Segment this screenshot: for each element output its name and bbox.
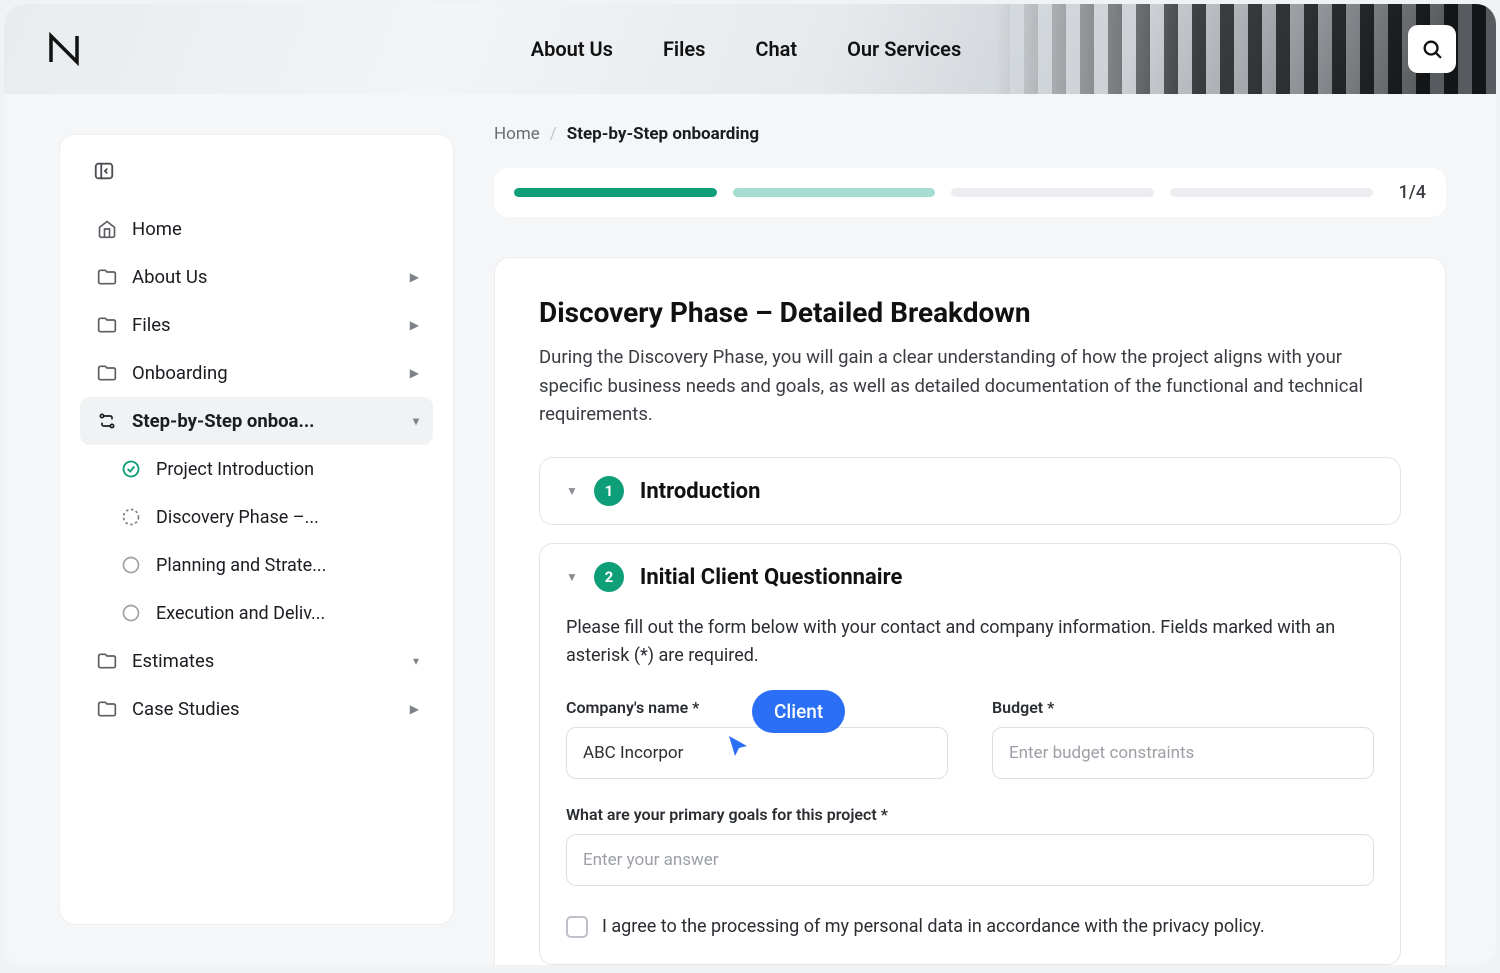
cursor-icon	[726, 734, 750, 758]
sub-item-planning[interactable]: Planning and Strate...	[104, 541, 433, 589]
breadcrumb: Home / Step-by-Step onboarding	[494, 124, 1446, 144]
folder-icon	[96, 315, 118, 335]
subitem-label: Discovery Phase –...	[156, 507, 319, 528]
folder-icon	[96, 699, 118, 719]
sub-item-execution[interactable]: Execution and Deliv...	[104, 589, 433, 637]
step-number: 1	[594, 476, 624, 506]
chevron-down-icon: ▾	[413, 654, 419, 668]
subitem-label: Execution and Deliv...	[156, 603, 325, 624]
page-title: Discovery Phase – Detailed Breakdown	[539, 296, 1401, 329]
chevron-right-icon: ▶	[410, 366, 419, 380]
crumb-current: Step-by-Step onboarding	[567, 124, 759, 144]
panel-left-icon	[93, 160, 115, 182]
search-button[interactable]	[1408, 25, 1456, 73]
progress-seg-4	[1170, 188, 1373, 197]
sidebar-item-label: Estimates	[132, 650, 214, 672]
form-intro: Please fill out the form below with your…	[566, 614, 1374, 670]
company-field: Company's name * Client	[566, 698, 948, 779]
sidebar-item-label: Files	[132, 314, 171, 336]
check-circle-icon	[120, 459, 142, 479]
consent-label: I agree to the processing of my personal…	[602, 916, 1265, 937]
folder-icon	[96, 363, 118, 383]
circle-dashed-icon	[120, 507, 142, 527]
subitem-label: Planning and Strate...	[156, 555, 326, 576]
goals-field: What are your primary goals for this pro…	[566, 805, 1374, 886]
goals-label: What are your primary goals for this pro…	[566, 805, 1374, 824]
chevron-down-icon: ▾	[413, 414, 419, 428]
accordion-introduction: ▼ 1 Introduction	[539, 457, 1401, 525]
sidebar-subitems: Project Introduction Discovery Phase –..…	[80, 445, 433, 637]
nav-about[interactable]: About Us	[531, 37, 613, 61]
chevron-right-icon: ▶	[410, 270, 419, 284]
sidebar-item-estimates[interactable]: Estimates ▾	[80, 637, 433, 685]
circle-icon	[120, 603, 142, 623]
steps-icon	[96, 411, 118, 431]
budget-field: Budget *	[992, 698, 1374, 779]
sidebar-item-label: Step-by-Step onboa...	[132, 410, 315, 432]
progress-counter: 1/4	[1399, 182, 1426, 203]
chevron-right-icon: ▶	[410, 702, 419, 716]
accordion-body: Please fill out the form below with your…	[540, 614, 1400, 964]
progress-seg-3	[951, 188, 1154, 197]
caret-down-icon: ▼	[566, 570, 578, 584]
main-content: Home / Step-by-Step onboarding 1/4 Disco…	[454, 94, 1496, 965]
progress-bar: 1/4	[494, 168, 1446, 217]
sub-item-discovery[interactable]: Discovery Phase –...	[104, 493, 433, 541]
folder-icon	[96, 651, 118, 671]
company-input[interactable]	[566, 727, 948, 779]
sidebar-item-label: About Us	[132, 266, 207, 288]
accordion-header[interactable]: ▼ 2 Initial Client Questionnaire	[540, 544, 1400, 610]
chevron-right-icon: ▶	[410, 318, 419, 332]
nav-files[interactable]: Files	[663, 37, 705, 61]
sidebar-item-label: Onboarding	[132, 362, 228, 384]
sidebar-item-home[interactable]: Home	[80, 205, 433, 253]
search-icon	[1421, 38, 1443, 60]
sidebar-item-label: Case Studies	[132, 698, 240, 720]
collapse-sidebar-button[interactable]	[88, 155, 120, 187]
sidebar: Home About Us ▶ Files ▶ Onboarding ▶ Ste…	[59, 134, 454, 925]
step-number: 2	[594, 562, 624, 592]
sidebar-item-label: Home	[132, 218, 182, 240]
top-nav: About Us Files Chat Our Services	[531, 37, 961, 61]
accordion-title: Initial Client Questionnaire	[640, 565, 902, 590]
app-header: About Us Files Chat Our Services	[4, 4, 1496, 94]
sub-item-project-intro[interactable]: Project Introduction	[104, 445, 433, 493]
accordion-title: Introduction	[640, 479, 761, 504]
circle-icon	[120, 555, 142, 575]
sidebar-item-files[interactable]: Files ▶	[80, 301, 433, 349]
breadcrumb-separator: /	[550, 124, 557, 144]
sidebar-item-step-onboarding[interactable]: Step-by-Step onboa... ▾	[80, 397, 433, 445]
budget-label: Budget *	[992, 698, 1374, 717]
progress-seg-1	[514, 188, 717, 197]
content-card: Discovery Phase – Detailed Breakdown Dur…	[494, 257, 1446, 965]
subitem-label: Project Introduction	[156, 459, 314, 480]
goals-input[interactable]	[566, 834, 1374, 886]
user-cursor-bubble: Client	[752, 690, 845, 733]
page-lead: During the Discovery Phase, you will gai…	[539, 343, 1401, 429]
crumb-home[interactable]: Home	[494, 124, 540, 144]
sidebar-item-onboarding[interactable]: Onboarding ▶	[80, 349, 433, 397]
consent-row: I agree to the processing of my personal…	[566, 916, 1374, 938]
budget-input[interactable]	[992, 727, 1374, 779]
progress-seg-2	[733, 188, 936, 197]
consent-checkbox[interactable]	[566, 916, 588, 938]
accordion-questionnaire: ▼ 2 Initial Client Questionnaire Please …	[539, 543, 1401, 965]
home-icon	[96, 219, 118, 239]
nav-chat[interactable]: Chat	[755, 37, 797, 61]
folder-icon	[96, 267, 118, 287]
app-logo	[44, 29, 84, 69]
sidebar-item-cases[interactable]: Case Studies ▶	[80, 685, 433, 733]
nav-services[interactable]: Our Services	[847, 37, 961, 61]
caret-down-icon: ▼	[566, 484, 578, 498]
sidebar-item-about[interactable]: About Us ▶	[80, 253, 433, 301]
accordion-header[interactable]: ▼ 1 Introduction	[540, 458, 1400, 524]
